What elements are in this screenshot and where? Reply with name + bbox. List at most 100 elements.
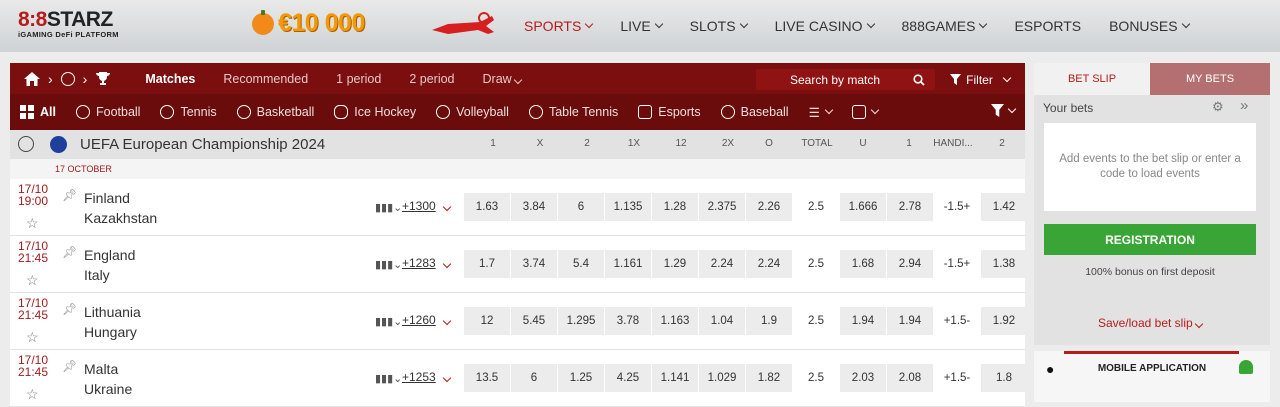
sport-esports[interactable]: Esports xyxy=(628,105,710,119)
odd-cell[interactable]: 13.5 xyxy=(464,364,510,392)
football-icon[interactable] xyxy=(60,71,75,86)
more-markets-link[interactable]: +1253 xyxy=(402,370,436,384)
odd-cell[interactable]: 5.45 xyxy=(511,307,557,335)
column-x[interactable]: X xyxy=(517,138,563,149)
sport-football[interactable]: Football xyxy=(66,105,150,119)
column-12[interactable]: 12 xyxy=(658,138,704,149)
registration-button[interactable]: REGISTRATION xyxy=(1044,224,1256,255)
filter-button[interactable]: Filter xyxy=(941,69,1019,90)
odd-cell[interactable]: 1.7 xyxy=(464,250,510,278)
trophy-icon[interactable] xyxy=(95,71,111,86)
plane-icon[interactable] xyxy=(428,10,498,44)
match-teams[interactable]: Malta Ukraine xyxy=(84,359,132,399)
odd-cell[interactable]: 1.161 xyxy=(605,250,651,278)
more-markets-link[interactable]: +1300 xyxy=(402,199,436,213)
odd-cell[interactable]: 1.63 xyxy=(464,193,510,221)
odd-cell[interactable]: 1.94 xyxy=(887,307,933,335)
nav-slots[interactable]: SLOTS xyxy=(676,18,761,34)
odd-cell[interactable]: 1.68 xyxy=(840,250,886,278)
chevron-down-icon[interactable] xyxy=(442,313,452,327)
column-total[interactable]: TOTAL xyxy=(794,138,840,149)
nav-sports[interactable]: SPORTS xyxy=(510,18,606,34)
chevron-down-icon[interactable] xyxy=(442,370,452,384)
favorite-star-icon[interactable]: ☆ xyxy=(26,329,39,346)
odd-cell[interactable]: 6 xyxy=(511,364,557,392)
sport-baseball[interactable]: Baseball xyxy=(711,105,799,119)
sports-filter-button[interactable] xyxy=(991,104,1017,117)
tab-1-period[interactable]: 1 period xyxy=(322,72,395,86)
odd-cell[interactable]: 1.666 xyxy=(840,193,886,221)
odd-cell[interactable]: 1.28 xyxy=(652,193,698,221)
odd-cell[interactable]: 2.94 xyxy=(887,250,933,278)
odd-cell[interactable]: 6 xyxy=(558,193,604,221)
more-markets-link[interactable]: +1260 xyxy=(402,313,436,327)
tab-matches[interactable]: Matches xyxy=(131,72,209,86)
pin-icon[interactable]: 📌︎ xyxy=(62,245,77,259)
odd-cell[interactable]: 2.26 xyxy=(746,193,792,221)
odd-cell[interactable]: 1.29 xyxy=(652,250,698,278)
logo[interactable]: 8:8STARZ iGAMING DeFi PLATFORM xyxy=(18,9,119,39)
odd-cell[interactable]: +1.5- xyxy=(934,364,980,392)
favorite-star-icon[interactable]: ☆ xyxy=(26,215,39,232)
more-markets-link[interactable]: +1283 xyxy=(402,256,436,270)
odd-cell[interactable]: 1.82 xyxy=(746,364,792,392)
sport-tennis[interactable]: Tennis xyxy=(150,105,226,119)
android-icon[interactable] xyxy=(1239,360,1253,374)
tab-my-bets[interactable]: MY BETS xyxy=(1150,63,1270,95)
gear-icon[interactable]: ⚙ xyxy=(1212,99,1224,115)
odd-cell[interactable]: 1.38 xyxy=(981,250,1027,278)
match-teams[interactable]: Finland Kazakhstan xyxy=(84,188,157,228)
odd-cell[interactable]: +1.5- xyxy=(934,307,980,335)
odd-cell[interactable]: 2.5 xyxy=(793,193,839,221)
odd-cell[interactable]: 1.295 xyxy=(558,307,604,335)
odd-cell[interactable]: 1.92 xyxy=(981,307,1027,335)
odd-cell[interactable]: 2.24 xyxy=(699,250,745,278)
nav-live-casino[interactable]: LIVE CASINO xyxy=(761,18,888,34)
match-teams[interactable]: England Italy xyxy=(84,245,135,285)
odd-cell[interactable]: 2.08 xyxy=(887,364,933,392)
tab-2-period[interactable]: 2 period xyxy=(395,72,468,86)
chevron-down-icon[interactable] xyxy=(442,199,452,213)
odd-cell[interactable]: 1.135 xyxy=(605,193,651,221)
more-esports-menu[interactable] xyxy=(842,105,888,119)
statistics-icon[interactable]: ▮▮▮⌄ xyxy=(375,201,402,214)
statistics-icon[interactable]: ▮▮▮⌄ xyxy=(375,315,402,328)
odd-cell[interactable]: 1.25 xyxy=(558,364,604,392)
odd-cell[interactable]: -1.5+ xyxy=(934,193,980,221)
odd-cell[interactable]: 1.42 xyxy=(981,193,1027,221)
odd-cell[interactable]: 3.74 xyxy=(511,250,557,278)
pin-icon[interactable]: 📌︎ xyxy=(62,188,77,202)
odd-cell[interactable]: 2.78 xyxy=(887,193,933,221)
home-icon[interactable] xyxy=(24,71,40,86)
odd-cell[interactable]: 1.94 xyxy=(840,307,886,335)
sport-basketball[interactable]: Basketball xyxy=(227,105,325,119)
favorite-star-icon[interactable]: ☆ xyxy=(26,386,39,403)
odd-cell[interactable]: 1.04 xyxy=(699,307,745,335)
odd-cell[interactable]: 3.84 xyxy=(511,193,557,221)
odd-cell[interactable]: -1.5+ xyxy=(934,250,980,278)
odd-cell[interactable]: 1.8 xyxy=(981,364,1027,392)
odd-cell[interactable]: 1.163 xyxy=(652,307,698,335)
odd-cell[interactable]: 2.24 xyxy=(746,250,792,278)
pin-icon[interactable]: 📌︎ xyxy=(62,359,77,373)
odd-cell[interactable]: 12 xyxy=(464,307,510,335)
odd-cell[interactable]: 1.029 xyxy=(699,364,745,392)
tab-bet-slip[interactable]: BET SLIP xyxy=(1034,63,1150,95)
odd-cell[interactable]: 1.9 xyxy=(746,307,792,335)
odd-cell[interactable]: 2.375 xyxy=(699,193,745,221)
nav-888games[interactable]: 888GAMES xyxy=(888,18,1001,34)
sport-all[interactable]: All xyxy=(10,105,66,119)
save-load-bet-slip[interactable]: Save/load bet slip xyxy=(1044,316,1256,330)
more-sports-menu[interactable]: ☰ xyxy=(799,105,842,120)
tab-recommended[interactable]: Recommended xyxy=(209,72,322,86)
nav-live[interactable]: LIVE xyxy=(606,18,675,34)
sport-table-tennis[interactable]: Table Tennis xyxy=(519,105,628,119)
odd-cell[interactable]: 2.03 xyxy=(840,364,886,392)
search-match-button[interactable]: Search by match xyxy=(756,69,935,90)
nav-bonuses[interactable]: BONUSES xyxy=(1095,18,1202,34)
statistics-icon[interactable]: ▮▮▮⌄ xyxy=(375,258,402,271)
sport-ice-hockey[interactable]: Ice Hockey xyxy=(324,105,426,119)
tab-draw[interactable]: Draw xyxy=(469,72,536,86)
favorite-star-icon[interactable]: ☆ xyxy=(26,272,39,289)
championship-title[interactable]: UEFA European Championship 2024 xyxy=(80,136,325,153)
